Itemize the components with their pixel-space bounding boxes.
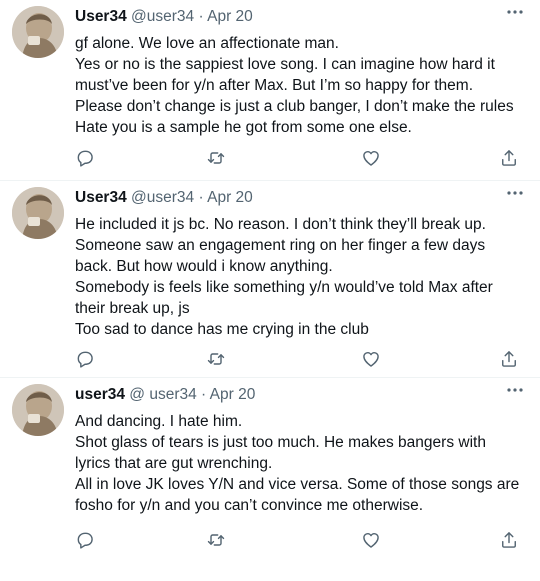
tweet-2[interactable]: User34 @user34 · Apr 20 He included it j… (0, 181, 540, 378)
tweet-text-line: He included it js bc. No reason. I don’t… (75, 216, 486, 233)
user-handle[interactable]: @ user34 (129, 386, 196, 403)
share-icon (502, 532, 516, 548)
tweet-text: And dancing. I hate him. Shot glass of te… (75, 411, 526, 516)
display-name[interactable]: User34 (75, 8, 127, 25)
avatar-image (12, 6, 64, 58)
user-handle[interactable]: @user34 (131, 8, 194, 25)
tweet-feed: User34 @user34 · Apr 20 gf alone. We lov… (0, 0, 540, 581)
tweet-header: User34 @user34 · Apr 20 (75, 7, 526, 27)
separator-dot: · (198, 8, 204, 25)
retweet-icon (207, 353, 225, 365)
like-button[interactable] (360, 529, 382, 551)
retweet-button[interactable] (205, 529, 227, 551)
retweet-button[interactable] (205, 348, 227, 370)
avatar-image (12, 187, 64, 239)
share-icon (502, 351, 516, 367)
reply-button[interactable] (74, 348, 96, 370)
reply-icon (77, 532, 93, 549)
tweet-text-line: lyrics that are gut wrenching. (75, 455, 273, 472)
tweet-text-line: Someone saw an engagement ring on her fi… (75, 237, 486, 254)
retweet-button[interactable] (205, 147, 227, 169)
tweet-actions (74, 147, 520, 169)
tweet-actions (74, 348, 520, 370)
user-handle[interactable]: @user34 (131, 189, 194, 206)
display-name[interactable]: User34 (75, 189, 127, 206)
tweet-text-line: Please don’t change is just a club bange… (75, 98, 514, 115)
avatar-image (12, 384, 64, 436)
more-icon[interactable] (504, 4, 526, 20)
like-button[interactable] (360, 348, 382, 370)
tweet-text: He included it js bc. No reason. I don’t… (75, 214, 526, 340)
tweet-text-line: Somebody is feels like something y/n wou… (75, 279, 493, 296)
tweet-text-line: gf alone. We love an affectionate man. (75, 35, 339, 52)
avatar[interactable] (12, 384, 64, 436)
tweet-text: gf alone. We love an affectionate man. Ye… (75, 33, 526, 138)
reply-icon (77, 351, 93, 368)
retweet-icon (207, 152, 225, 164)
separator-dot: · (198, 189, 204, 206)
avatar[interactable] (12, 6, 64, 58)
tweet-text-line: And dancing. I hate him. (75, 413, 243, 430)
tweet-text-line: All in love JK loves Y/N and vice versa.… (75, 476, 520, 493)
tweet-text-line: Too sad to dance has me crying in the cl… (75, 321, 369, 338)
share-button[interactable] (498, 147, 520, 169)
tweet-header: user34 @ user34 · Apr 20 (75, 385, 526, 405)
tweet-header: User34 @user34 · Apr 20 (75, 188, 526, 208)
tweet-text-line: their break up, js (75, 300, 190, 317)
like-button[interactable] (360, 147, 382, 169)
share-button[interactable] (498, 348, 520, 370)
tweet-date[interactable]: Apr 20 (207, 8, 253, 25)
reply-icon (77, 150, 93, 167)
tweet-3[interactable]: user34 @ user34 · Apr 20 And dancing. I … (0, 378, 540, 581)
share-button[interactable] (498, 529, 520, 551)
like-icon (363, 351, 379, 367)
tweet-text-line: back. But how would i know anything. (75, 258, 333, 275)
share-icon (502, 150, 516, 166)
tweet-text-line: Shot glass of tears is just too much. He… (75, 434, 486, 451)
reply-button[interactable] (74, 147, 96, 169)
tweet-text-line: Yes or no is the sappiest love song. I c… (75, 56, 495, 73)
tweet-text-line: Hate you is a sample he got from some on… (75, 119, 412, 136)
tweet-text-line: must’ve been for y/n after Max. But I’m … (75, 77, 474, 94)
avatar[interactable] (12, 187, 64, 239)
tweet-date[interactable]: Apr 20 (207, 189, 253, 206)
reply-button[interactable] (74, 529, 96, 551)
more-icon[interactable] (504, 382, 526, 398)
tweet-1[interactable]: User34 @user34 · Apr 20 gf alone. We lov… (0, 0, 540, 181)
retweet-icon (207, 534, 225, 546)
separator-dot: · (201, 386, 207, 403)
display-name[interactable]: user34 (75, 386, 125, 403)
tweet-date[interactable]: Apr 20 (210, 386, 256, 403)
more-icon[interactable] (504, 185, 526, 201)
tweet-text-line: fosho for y/n and you can’t convince me … (75, 497, 424, 514)
like-icon (363, 532, 379, 548)
like-icon (363, 150, 379, 166)
tweet-actions (74, 529, 520, 551)
